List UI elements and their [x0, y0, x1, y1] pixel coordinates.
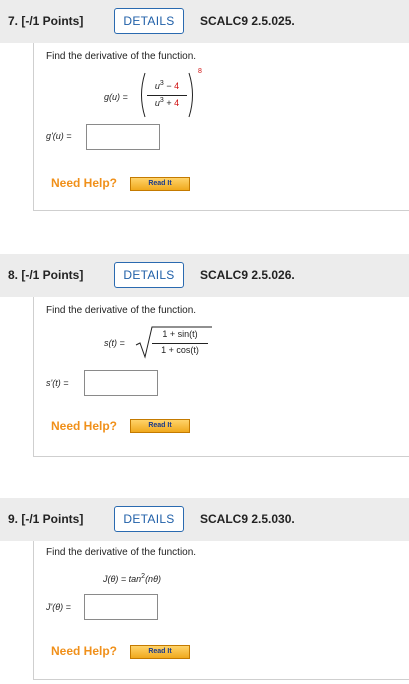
answer-label: g'(u) =: [46, 131, 72, 141]
question-number: 8. [-/1 Points]: [8, 268, 84, 282]
read-it-button[interactable]: Read It: [130, 419, 190, 433]
question-prompt: Find the derivative of the function.: [46, 547, 197, 558]
question-number: 7. [-/1 Points]: [8, 14, 84, 28]
numerator: u3 − 4: [154, 80, 180, 91]
question-code: SCALC9 2.5.025.: [200, 14, 295, 28]
right-paren-icon: [188, 72, 193, 118]
function-definition-label: s(t) =: [104, 338, 125, 348]
need-help-label: Need Help?: [51, 644, 118, 658]
question-9-header: 9. [-/1 Points] DETAILS SCALC9 2.5.030.: [0, 498, 409, 541]
function-definition-label: g(u) =: [104, 92, 128, 102]
question-8-header: 8. [-/1 Points] DETAILS SCALC9 2.5.026.: [0, 254, 409, 297]
question-7-header: 7. [-/1 Points] DETAILS SCALC9 2.5.025.: [0, 0, 409, 43]
fraction-bar: [147, 95, 187, 96]
fraction-bar: [152, 343, 208, 344]
denominator: 1 + cos(t): [161, 345, 199, 355]
question-prompt: Find the derivative of the function.: [46, 51, 197, 62]
answer-label: J'(θ) =: [46, 602, 71, 612]
answer-label: s'(t) =: [46, 378, 69, 388]
answer-input[interactable]: [84, 370, 158, 396]
answer-input[interactable]: [84, 594, 158, 620]
numerator: 1 + sin(t): [162, 329, 198, 339]
details-button[interactable]: DETAILS: [114, 8, 184, 34]
question-number: 9. [-/1 Points]: [8, 512, 84, 526]
question-code: SCALC9 2.5.030.: [200, 512, 295, 526]
answer-input[interactable]: [86, 124, 160, 150]
question-prompt: Find the derivative of the function.: [46, 305, 197, 316]
function-definition: J(θ) = tan2(nθ): [103, 573, 161, 584]
need-help-label: Need Help?: [51, 419, 118, 433]
exponent: 8: [198, 68, 202, 75]
details-button[interactable]: DETAILS: [114, 506, 184, 532]
left-paren-icon: [141, 72, 146, 118]
read-it-button[interactable]: Read It: [130, 645, 190, 659]
read-it-button[interactable]: Read It: [130, 177, 190, 191]
details-button[interactable]: DETAILS: [114, 262, 184, 288]
question-code: SCALC9 2.5.026.: [200, 268, 295, 282]
need-help-label: Need Help?: [51, 176, 118, 190]
denominator: u3 + 4: [154, 97, 180, 108]
